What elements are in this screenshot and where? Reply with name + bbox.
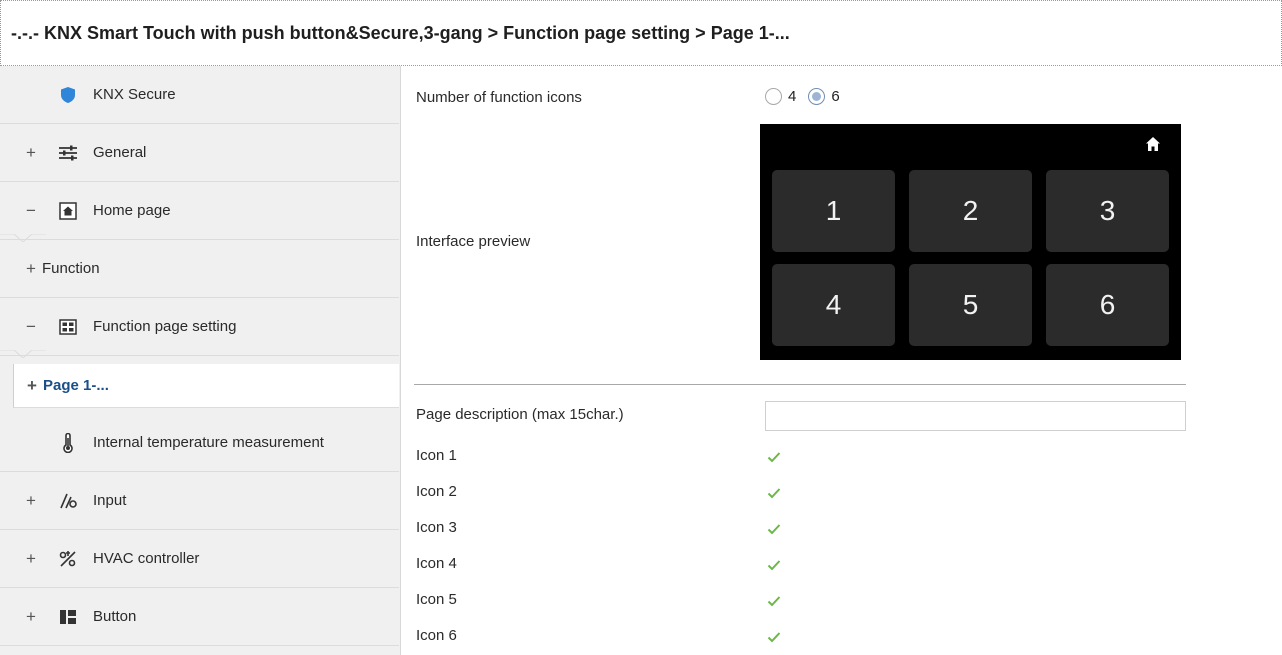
sidebar-item-label: Function page setting xyxy=(93,318,237,335)
parameter-panel: Number of function icons 4 6 Interface p… xyxy=(401,66,1282,655)
home-icon xyxy=(56,199,80,223)
radio-option-label: 6 xyxy=(831,88,840,105)
preview-tile: 3 xyxy=(1046,170,1169,252)
preview-tile: 6 xyxy=(1046,264,1169,346)
preview-tile: 2 xyxy=(909,170,1032,252)
preview-tile: 5 xyxy=(909,264,1032,346)
icon-1-checkbox[interactable] xyxy=(765,448,782,465)
sidebar-item-home-page[interactable]: − Home page xyxy=(0,182,399,240)
thermometer-icon xyxy=(56,431,80,455)
radio-option-4[interactable] xyxy=(765,88,782,105)
sidebar-item-label: Button xyxy=(93,608,137,625)
icon-4-checkbox[interactable] xyxy=(765,556,782,573)
section-divider xyxy=(414,384,1186,385)
sidebar-item-label: Input xyxy=(93,492,127,509)
sidebar-item-knx-secure[interactable]: KNX Secure xyxy=(0,66,399,124)
sidebar-item-page-1[interactable]: + Page 1-... xyxy=(13,364,399,408)
expand-icon[interactable]: + xyxy=(24,549,38,569)
icon-2-label: Icon 2 xyxy=(416,483,457,500)
expand-icon[interactable]: + xyxy=(24,607,38,627)
sidebar-item-label: Function xyxy=(42,260,100,277)
preview-tile: 4 xyxy=(772,264,895,346)
sidebar-item-label: General xyxy=(93,144,147,161)
grid-icon xyxy=(56,315,80,339)
icon-4-label: Icon 4 xyxy=(416,555,457,572)
checkmark-icon xyxy=(767,595,780,606)
icon-3-label: Icon 3 xyxy=(416,519,457,536)
checkmark-icon xyxy=(767,631,780,642)
expand-icon[interactable]: + xyxy=(24,491,38,511)
icon-2-checkbox[interactable] xyxy=(765,484,782,501)
checkmark-icon xyxy=(767,451,780,462)
sidebar: KNX Secure + General − Home page + Funct… xyxy=(0,66,401,655)
number-of-icons-label: Number of function icons xyxy=(416,89,582,106)
tree-notch xyxy=(0,350,46,358)
expand-icon[interactable]: + xyxy=(24,259,38,279)
sidebar-item-label: Page 1-... xyxy=(43,377,109,394)
collapse-icon[interactable]: − xyxy=(24,317,38,337)
interface-preview-label: Interface preview xyxy=(416,233,531,250)
sliders-icon xyxy=(56,141,80,165)
page-description-input[interactable] xyxy=(765,401,1186,431)
sidebar-item-function-page-setting[interactable]: − Function page setting xyxy=(0,298,399,356)
icon-1-label: Icon 1 xyxy=(416,447,457,464)
home-icon xyxy=(1145,136,1161,157)
checkmark-icon xyxy=(767,559,780,570)
radio-option-6[interactable] xyxy=(808,88,826,105)
breadcrumb: -.-.- KNX Smart Touch with push button&S… xyxy=(11,22,790,43)
page-description-label: Page description (max 15char.) xyxy=(416,406,624,423)
sidebar-item-label: KNX Secure xyxy=(93,86,176,103)
sidebar-item-label: Internal temperature measurement xyxy=(93,434,324,451)
button-panel-icon xyxy=(56,605,80,629)
sidebar-item-internal-temperature[interactable]: Internal temperature measurement xyxy=(0,414,399,472)
icon-6-label: Icon 6 xyxy=(416,627,457,644)
checkmark-icon xyxy=(767,523,780,534)
icon-6-checkbox[interactable] xyxy=(765,628,782,645)
breadcrumb-bar: -.-.- KNX Smart Touch with push button&S… xyxy=(0,0,1282,66)
sidebar-item-general[interactable]: + General xyxy=(0,124,399,182)
checkmark-icon xyxy=(767,487,780,498)
sidebar-item-label: HVAC controller xyxy=(93,550,200,567)
sidebar-item-input[interactable]: + Input xyxy=(0,472,399,530)
input-icon xyxy=(56,489,80,513)
sidebar-item-button[interactable]: + Button xyxy=(0,588,399,646)
icon-5-label: Icon 5 xyxy=(416,591,457,608)
sidebar-item-label: Home page xyxy=(93,202,171,219)
collapse-icon[interactable]: − xyxy=(24,201,38,221)
icon-3-checkbox[interactable] xyxy=(765,520,782,537)
sidebar-item-hvac-controller[interactable]: + HVAC controller xyxy=(0,530,399,588)
interface-preview: 1 2 3 4 5 6 xyxy=(760,124,1181,360)
expand-icon[interactable]: + xyxy=(25,376,39,396)
shield-icon xyxy=(56,83,80,107)
preview-tile: 1 xyxy=(772,170,895,252)
hvac-icon xyxy=(56,547,80,571)
icon-5-checkbox[interactable] xyxy=(765,592,782,609)
sidebar-item-function[interactable]: + Function xyxy=(0,240,399,298)
radio-option-label: 4 xyxy=(788,88,797,105)
expand-icon[interactable]: + xyxy=(24,143,38,163)
number-of-icons-radio-group: 4 6 xyxy=(765,88,852,105)
